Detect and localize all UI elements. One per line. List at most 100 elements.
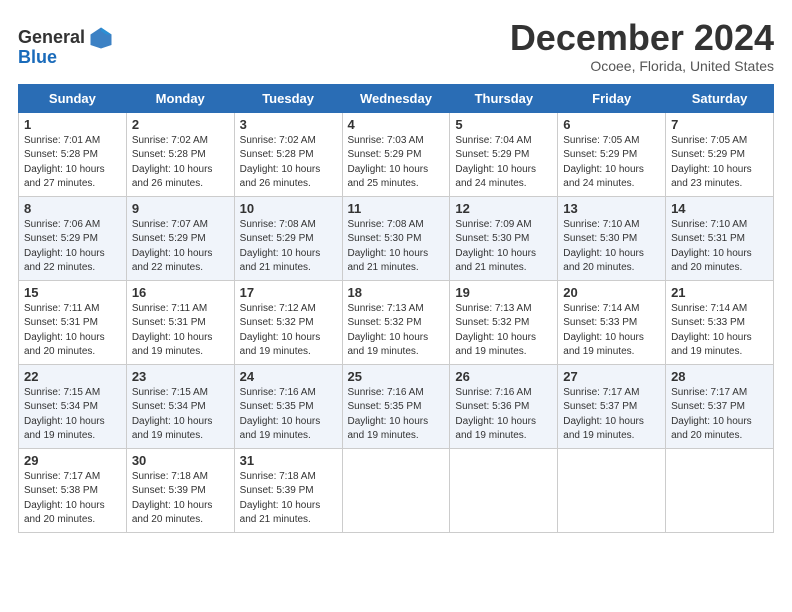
page: General Blue December 2024 Ocoee, Florid…	[0, 0, 792, 543]
day-number: 14	[671, 201, 768, 216]
day-number: 5	[455, 117, 552, 132]
day-info: Sunrise: 7:05 AM Sunset: 5:29 PM Dayligh…	[671, 134, 768, 192]
calendar-cell: 3 Sunrise: 7:02 AM Sunset: 5:28 PM Daylig…	[234, 112, 342, 196]
day-info: Sunrise: 7:18 AM Sunset: 5:39 PM Dayligh…	[240, 470, 337, 528]
day-number: 20	[563, 285, 660, 300]
calendar-cell: 12Sunrise: 7:09 AM Sunset: 5:30 PM Dayli…	[450, 196, 558, 280]
logo: General Blue	[18, 24, 115, 68]
day-info: Sunrise: 7:11 AM Sunset: 5:31 PM Dayligh…	[24, 302, 121, 360]
calendar-cell: 24 Sunrise: 7:16 AM Sunset: 5:35 PM Dayli…	[234, 364, 342, 448]
day-info: Sunrise: 7:06 AM Sunset: 5:29 PM Dayligh…	[24, 218, 121, 276]
day-number: 11	[348, 201, 445, 216]
header: General Blue December 2024 Ocoee, Florid…	[18, 18, 774, 74]
calendar: SundayMondayTuesdayWednesdayThursdayFrid…	[18, 84, 774, 533]
calendar-cell: 9 Sunrise: 7:07 AM Sunset: 5:29 PM Daylig…	[126, 196, 234, 280]
calendar-week-4: 22Sunrise: 7:15 AM Sunset: 5:34 PM Dayli…	[19, 364, 774, 448]
calendar-cell: 19Sunrise: 7:13 AM Sunset: 5:32 PM Dayli…	[450, 280, 558, 364]
calendar-cell: 30 Sunrise: 7:18 AM Sunset: 5:39 PM Dayli…	[126, 448, 234, 532]
day-number: 24	[240, 369, 337, 384]
day-info: Sunrise: 7:17 AM Sunset: 5:38 PM Dayligh…	[24, 470, 121, 528]
calendar-cell: 26Sunrise: 7:16 AM Sunset: 5:36 PM Dayli…	[450, 364, 558, 448]
day-number: 2	[132, 117, 229, 132]
day-number: 13	[563, 201, 660, 216]
day-number: 3	[240, 117, 337, 132]
day-info: Sunrise: 7:15 AM Sunset: 5:34 PM Dayligh…	[132, 386, 229, 444]
calendar-cell: 27 Sunrise: 7:17 AM Sunset: 5:37 PM Dayli…	[558, 364, 666, 448]
calendar-cell: 29 Sunrise: 7:17 AM Sunset: 5:38 PM Dayli…	[19, 448, 127, 532]
day-info: Sunrise: 7:11 AM Sunset: 5:31 PM Dayligh…	[132, 302, 229, 360]
day-info: Sunrise: 7:16 AM Sunset: 5:36 PM Dayligh…	[455, 386, 552, 444]
day-number: 25	[348, 369, 445, 384]
calendar-cell: 28Sunrise: 7:17 AM Sunset: 5:37 PM Dayli…	[666, 364, 774, 448]
calendar-cell: 22Sunrise: 7:15 AM Sunset: 5:34 PM Dayli…	[19, 364, 127, 448]
calendar-cell: 11Sunrise: 7:08 AM Sunset: 5:30 PM Dayli…	[342, 196, 450, 280]
calendar-cell: 15Sunrise: 7:11 AM Sunset: 5:31 PM Dayli…	[19, 280, 127, 364]
day-info: Sunrise: 7:04 AM Sunset: 5:29 PM Dayligh…	[455, 134, 552, 192]
calendar-body: 1Sunrise: 7:01 AM Sunset: 5:28 PM Daylig…	[19, 112, 774, 532]
day-info: Sunrise: 7:08 AM Sunset: 5:29 PM Dayligh…	[240, 218, 337, 276]
day-number: 29	[24, 453, 121, 468]
calendar-week-1: 1Sunrise: 7:01 AM Sunset: 5:28 PM Daylig…	[19, 112, 774, 196]
day-number: 12	[455, 201, 552, 216]
day-info: Sunrise: 7:07 AM Sunset: 5:29 PM Dayligh…	[132, 218, 229, 276]
day-info: Sunrise: 7:10 AM Sunset: 5:30 PM Dayligh…	[563, 218, 660, 276]
calendar-header-sunday: Sunday	[19, 84, 127, 112]
calendar-cell	[558, 448, 666, 532]
calendar-header-row: SundayMondayTuesdayWednesdayThursdayFrid…	[19, 84, 774, 112]
calendar-header-saturday: Saturday	[666, 84, 774, 112]
calendar-week-5: 29 Sunrise: 7:17 AM Sunset: 5:38 PM Dayli…	[19, 448, 774, 532]
day-info: Sunrise: 7:13 AM Sunset: 5:32 PM Dayligh…	[348, 302, 445, 360]
calendar-cell: 14Sunrise: 7:10 AM Sunset: 5:31 PM Dayli…	[666, 196, 774, 280]
day-info: Sunrise: 7:17 AM Sunset: 5:37 PM Dayligh…	[671, 386, 768, 444]
day-info: Sunrise: 7:03 AM Sunset: 5:29 PM Dayligh…	[348, 134, 445, 192]
calendar-cell: 10 Sunrise: 7:08 AM Sunset: 5:29 PM Dayli…	[234, 196, 342, 280]
calendar-week-3: 15Sunrise: 7:11 AM Sunset: 5:31 PM Dayli…	[19, 280, 774, 364]
calendar-cell: 20Sunrise: 7:14 AM Sunset: 5:33 PM Dayli…	[558, 280, 666, 364]
day-info: Sunrise: 7:18 AM Sunset: 5:39 PM Dayligh…	[132, 470, 229, 528]
day-info: Sunrise: 7:16 AM Sunset: 5:35 PM Dayligh…	[240, 386, 337, 444]
calendar-cell	[342, 448, 450, 532]
month-title: December 2024	[510, 18, 774, 58]
calendar-cell: 16 Sunrise: 7:11 AM Sunset: 5:31 PM Dayli…	[126, 280, 234, 364]
calendar-header-monday: Monday	[126, 84, 234, 112]
day-info: Sunrise: 7:13 AM Sunset: 5:32 PM Dayligh…	[455, 302, 552, 360]
day-info: Sunrise: 7:02 AM Sunset: 5:28 PM Dayligh…	[240, 134, 337, 192]
calendar-cell: 23Sunrise: 7:15 AM Sunset: 5:34 PM Dayli…	[126, 364, 234, 448]
day-number: 30	[132, 453, 229, 468]
day-info: Sunrise: 7:02 AM Sunset: 5:28 PM Dayligh…	[132, 134, 229, 192]
calendar-cell: 31 Sunrise: 7:18 AM Sunset: 5:39 PM Dayli…	[234, 448, 342, 532]
calendar-cell: 2 Sunrise: 7:02 AM Sunset: 5:28 PM Daylig…	[126, 112, 234, 196]
calendar-cell: 21Sunrise: 7:14 AM Sunset: 5:33 PM Dayli…	[666, 280, 774, 364]
calendar-cell: 6Sunrise: 7:05 AM Sunset: 5:29 PM Daylig…	[558, 112, 666, 196]
calendar-cell: 1Sunrise: 7:01 AM Sunset: 5:28 PM Daylig…	[19, 112, 127, 196]
title-area: December 2024 Ocoee, Florida, United Sta…	[510, 18, 774, 74]
calendar-header-thursday: Thursday	[450, 84, 558, 112]
calendar-header-friday: Friday	[558, 84, 666, 112]
calendar-header-wednesday: Wednesday	[342, 84, 450, 112]
logo-icon	[87, 24, 115, 52]
day-number: 16	[132, 285, 229, 300]
calendar-cell: 25 Sunrise: 7:16 AM Sunset: 5:35 PM Dayli…	[342, 364, 450, 448]
day-number: 8	[24, 201, 121, 216]
day-number: 6	[563, 117, 660, 132]
day-info: Sunrise: 7:12 AM Sunset: 5:32 PM Dayligh…	[240, 302, 337, 360]
day-number: 18	[348, 285, 445, 300]
day-info: Sunrise: 7:17 AM Sunset: 5:37 PM Dayligh…	[563, 386, 660, 444]
logo-text-general: General	[18, 28, 85, 48]
calendar-cell: 4Sunrise: 7:03 AM Sunset: 5:29 PM Daylig…	[342, 112, 450, 196]
day-info: Sunrise: 7:16 AM Sunset: 5:35 PM Dayligh…	[348, 386, 445, 444]
day-number: 27	[563, 369, 660, 384]
calendar-week-2: 8 Sunrise: 7:06 AM Sunset: 5:29 PM Daylig…	[19, 196, 774, 280]
location: Ocoee, Florida, United States	[510, 58, 774, 74]
calendar-header-tuesday: Tuesday	[234, 84, 342, 112]
calendar-cell	[450, 448, 558, 532]
day-number: 17	[240, 285, 337, 300]
day-number: 9	[132, 201, 229, 216]
calendar-cell: 8 Sunrise: 7:06 AM Sunset: 5:29 PM Daylig…	[19, 196, 127, 280]
day-number: 31	[240, 453, 337, 468]
calendar-cell: 7Sunrise: 7:05 AM Sunset: 5:29 PM Daylig…	[666, 112, 774, 196]
day-number: 10	[240, 201, 337, 216]
day-info: Sunrise: 7:14 AM Sunset: 5:33 PM Dayligh…	[671, 302, 768, 360]
day-info: Sunrise: 7:15 AM Sunset: 5:34 PM Dayligh…	[24, 386, 121, 444]
calendar-cell: 18 Sunrise: 7:13 AM Sunset: 5:32 PM Dayli…	[342, 280, 450, 364]
